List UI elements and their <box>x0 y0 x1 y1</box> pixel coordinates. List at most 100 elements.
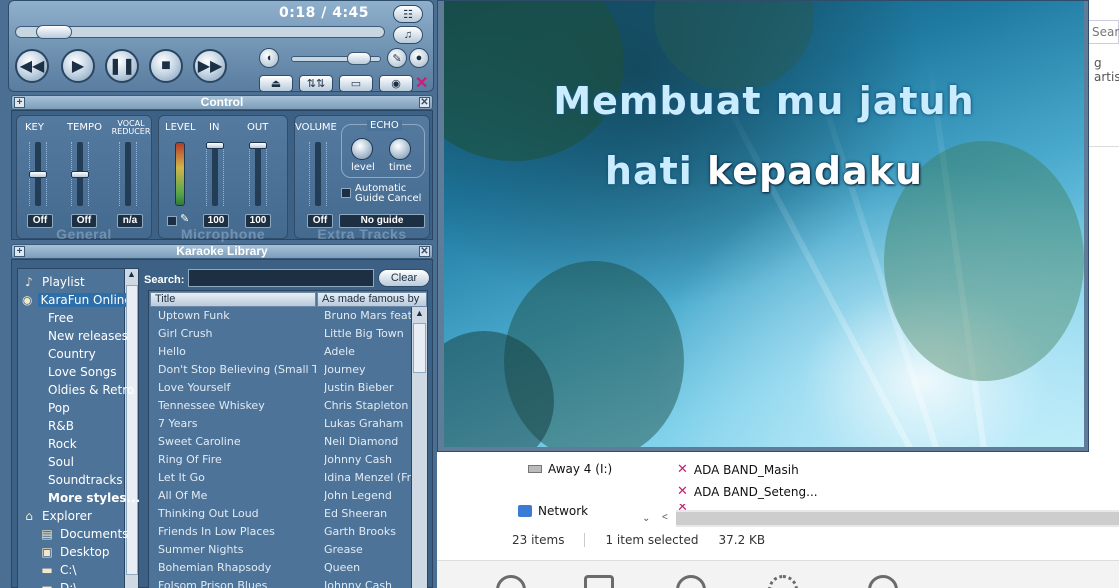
table-row[interactable]: Don't Stop Believing (Small To... Journey <box>149 361 411 379</box>
close-icon[interactable]: ✕ <box>419 246 430 257</box>
tree-item[interactable]: ▬ D:\ <box>40 579 144 588</box>
table-row[interactable]: Hello Adele <box>149 343 411 361</box>
key-slider-thumb[interactable] <box>29 171 47 178</box>
song-artist-cell: Journey <box>324 363 366 376</box>
tree-item-label: Pop <box>48 401 70 415</box>
tree-item[interactable]: ▬ C:\ <box>40 561 144 579</box>
tree-item[interactable]: Rock <box>48 435 152 453</box>
table-row[interactable]: 7 Years Lukas Graham <box>149 415 411 433</box>
expand-icon[interactable]: + <box>14 246 25 257</box>
tree-item[interactable]: ♪ Playlist <box>22 273 126 291</box>
chevron-up-icon[interactable]: ▲ <box>127 269 136 279</box>
table-row[interactable]: Ring Of Fire Johnny Cash <box>149 451 411 469</box>
table-scroll-thumb[interactable] <box>413 323 426 373</box>
mic-enable-checkbox[interactable] <box>167 216 177 226</box>
table-row[interactable]: Love Yourself Justin Bieber <box>149 379 411 397</box>
speaker-button[interactable]: ◖ <box>259 48 279 68</box>
close-icon[interactable]: ✕ <box>419 97 430 108</box>
column-header-title[interactable]: Title <box>150 292 316 307</box>
chevron-left-icon[interactable]: < <box>662 512 668 523</box>
tree-item[interactable]: ⌂ Explorer <box>22 507 126 525</box>
music-note-button[interactable]: ♫ <box>393 26 423 44</box>
song-artist-cell: Lukas Graham <box>324 417 404 430</box>
table-row[interactable]: Folsom Prison Blues Johnny Cash <box>149 577 411 588</box>
auto-guide-checkbox[interactable] <box>341 188 351 198</box>
file-name: ADA BAND_Seteng... <box>693 484 818 499</box>
table-row[interactable]: Thinking Out Loud Ed Sheeran <box>149 505 411 523</box>
tree-item-label: Love Songs <box>48 365 117 379</box>
tempo-slider-thumb[interactable] <box>71 171 89 178</box>
table-row[interactable]: Tennessee Whiskey Chris Stapleton <box>149 397 411 415</box>
puzzle-icon[interactable] <box>584 575 614 588</box>
mic-in-slider[interactable] <box>212 142 218 206</box>
tree-item-label: New releases <box>48 329 128 343</box>
tree-item[interactable]: Love Songs <box>48 363 152 381</box>
mixer-button[interactable]: ⇅⇅ <box>299 75 333 92</box>
extra-volume-slider[interactable] <box>315 142 321 206</box>
playlist-toggle-button[interactable]: ☷ <box>393 5 423 23</box>
general-group: KEY TEMPO VOCAL REDUCER Off Off n/a Gene… <box>16 115 152 242</box>
eject-button[interactable]: ⏏ <box>259 75 293 92</box>
folder-button[interactable]: ▭ <box>339 75 373 92</box>
table-row[interactable]: All Of Me John Legend <box>149 487 411 505</box>
volume-thumb[interactable] <box>347 52 372 65</box>
table-row[interactable]: Sweet Caroline Neil Diamond <box>149 433 411 451</box>
echo-time-label: time <box>389 162 412 173</box>
mic-in-thumb[interactable] <box>206 142 224 149</box>
tree-item[interactable]: Pop <box>48 399 152 417</box>
table-row[interactable]: Friends In Low Places Garth Brooks <box>149 523 411 541</box>
explorer-scroll-thumb[interactable] <box>676 512 1119 525</box>
nav-item-network[interactable]: Network <box>518 504 588 518</box>
table-row[interactable]: Girl Crush Little Big Town <box>149 325 411 343</box>
karafun-file-icon: ✕ <box>677 462 688 477</box>
chevron-down-icon[interactable]: ⌄ <box>642 513 650 524</box>
tree-item[interactable]: ▤ Documents <box>40 525 144 543</box>
expand-icon[interactable]: + <box>14 97 25 108</box>
karafun-player: 0:18 / 4:45 ◀◀ ▶ ❚❚ ■ ▶▶ ☷ ♫ ◖ ✎ ● ⏏ ⇅⇅ … <box>0 0 437 588</box>
file-item[interactable]: ✕ ADA BAND_Masih <box>677 462 799 477</box>
tree-item[interactable]: Soul <box>48 453 152 471</box>
clear-button[interactable]: Clear <box>378 269 430 287</box>
stop-button[interactable]: ■ <box>149 49 183 83</box>
table-row[interactable]: Summer Nights Grease <box>149 541 411 559</box>
play-button[interactable]: ▶ <box>61 49 95 83</box>
eject-icon: ⏏ <box>270 78 282 90</box>
table-scrollbar[interactable]: ▲ <box>411 307 427 588</box>
pause-button[interactable]: ❚❚ <box>105 49 139 83</box>
mic-out-thumb[interactable] <box>249 142 267 149</box>
library-search-input[interactable] <box>188 269 374 287</box>
settings-button[interactable]: ● <box>409 48 429 68</box>
file-item[interactable]: ✕ ADA BAND_Seteng... <box>677 484 818 499</box>
tree-item[interactable]: ▣ Desktop <box>40 543 144 561</box>
tree-item[interactable]: More styles... <box>48 489 152 507</box>
fast-forward-button[interactable]: ▶▶ <box>193 49 227 83</box>
tree-item[interactable]: Oldies & Retro <box>48 381 152 399</box>
echo-level-knob[interactable] <box>351 138 373 160</box>
song-artist-cell: Grease <box>324 543 363 556</box>
echo-label: ECHO <box>367 120 402 131</box>
tree-item[interactable]: R&B <box>48 417 152 435</box>
chevron-up-icon[interactable]: ▲ <box>415 308 424 318</box>
time-total: 4:45 <box>332 5 370 21</box>
control-title-text: Control <box>200 95 244 109</box>
globe-icon: ◉ <box>22 293 33 307</box>
seek-thumb[interactable] <box>36 25 73 39</box>
table-row[interactable]: Uptown Funk Bruno Mars feat. M <box>149 307 411 325</box>
tree-item[interactable]: Soundtracks <box>48 471 152 489</box>
globe-button[interactable]: ◉ <box>379 75 413 92</box>
table-row[interactable]: Let It Go Idina Menzel (Froz <box>149 469 411 487</box>
table-row[interactable]: Bohemian Rhapsody Queen <box>149 559 411 577</box>
tree-item[interactable]: Country <box>48 345 152 363</box>
mixer-icon: ⇅⇅ <box>306 78 326 90</box>
record-button[interactable]: ✎ <box>387 48 407 68</box>
mic-out-slider[interactable] <box>255 142 261 206</box>
nav-item-away4[interactable]: Away 4 (I:) <box>528 462 612 476</box>
tree-item[interactable]: New releases <box>48 327 152 345</box>
echo-time-knob[interactable] <box>389 138 411 160</box>
tree-item-label: Oldies & Retro <box>48 383 135 397</box>
column-header-artist[interactable]: As made famous by <box>317 292 427 307</box>
vocal-reducer-slider[interactable] <box>125 142 131 206</box>
rewind-button[interactable]: ◀◀ <box>15 49 49 83</box>
tree-item[interactable]: Free <box>48 309 152 327</box>
tree-item[interactable]: ◉ KaraFun Online <box>22 291 126 309</box>
